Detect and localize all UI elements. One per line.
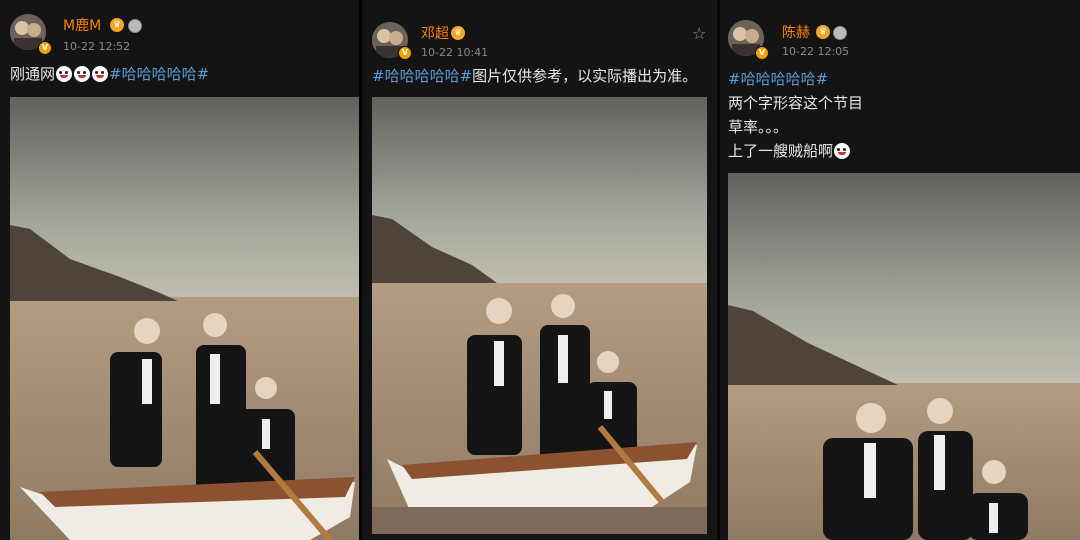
laugh-emoji-icon	[834, 143, 851, 159]
hashtag-link[interactable]: #哈哈哈哈哈#	[372, 67, 472, 85]
post-timestamp: 10-22 12:52	[63, 40, 131, 53]
vip-crown-icon: ♛	[451, 26, 465, 40]
post-image[interactable]	[10, 97, 359, 540]
laugh-emoji-icon	[74, 66, 91, 82]
username[interactable]: 邓超	[421, 23, 449, 43]
verified-badge-icon: V	[398, 46, 412, 60]
post-text-plain: 图片仅供参考，以实际播出为准。	[472, 67, 698, 85]
post-text: #哈哈哈哈哈#图片仅供参考，以实际播出为准。	[372, 64, 697, 88]
post-text-line: 两个字形容这个节目	[728, 94, 864, 112]
laugh-emoji-icon	[56, 66, 73, 82]
post-text-line: 上了一艘贼船啊	[728, 142, 834, 160]
username[interactable]: 陈赫	[782, 22, 810, 42]
verified-badge-icon: V	[38, 41, 52, 55]
medal-icon	[128, 19, 142, 33]
weibo-post-2[interactable]: V 邓超 ♛ 10-22 10:41 ☆ #哈哈哈哈哈#图片仅供参考，以实际播出…	[362, 0, 717, 540]
weibo-post-1[interactable]: V M鹿M ♛ 10-22 12:52 刚通网 #哈哈哈哈哈#	[0, 0, 359, 540]
username[interactable]: M鹿M	[63, 15, 101, 35]
weibo-post-3[interactable]: V 陈赫 ♛ 10-22 12:05 #哈哈哈哈哈# 两个字形容这个节目 草率。…	[720, 0, 1080, 540]
medal-icon	[833, 26, 847, 40]
star-outline-icon[interactable]: ☆	[692, 24, 706, 43]
hashtag-link[interactable]: #哈哈哈哈哈#	[109, 65, 209, 83]
vip-crown-icon: ♛	[110, 18, 124, 32]
post-timestamp: 10-22 12:05	[782, 45, 850, 58]
post-timestamp: 10-22 10:41	[421, 46, 489, 59]
post-text-plain: 刚通网	[10, 65, 56, 83]
post-text: #哈哈哈哈哈# 两个字形容这个节目 草率。。。 上了一艘贼船啊	[728, 67, 863, 163]
post-image[interactable]	[728, 173, 1080, 540]
post-text-line: 草率。。。	[728, 118, 789, 136]
post-image[interactable]	[372, 97, 707, 534]
hashtag-link[interactable]: #哈哈哈哈哈#	[728, 70, 828, 88]
verified-badge-icon: V	[755, 46, 769, 60]
post-text: 刚通网 #哈哈哈哈哈#	[10, 62, 209, 86]
vip-crown-icon: ♛	[816, 25, 830, 39]
laugh-emoji-icon	[92, 66, 109, 82]
